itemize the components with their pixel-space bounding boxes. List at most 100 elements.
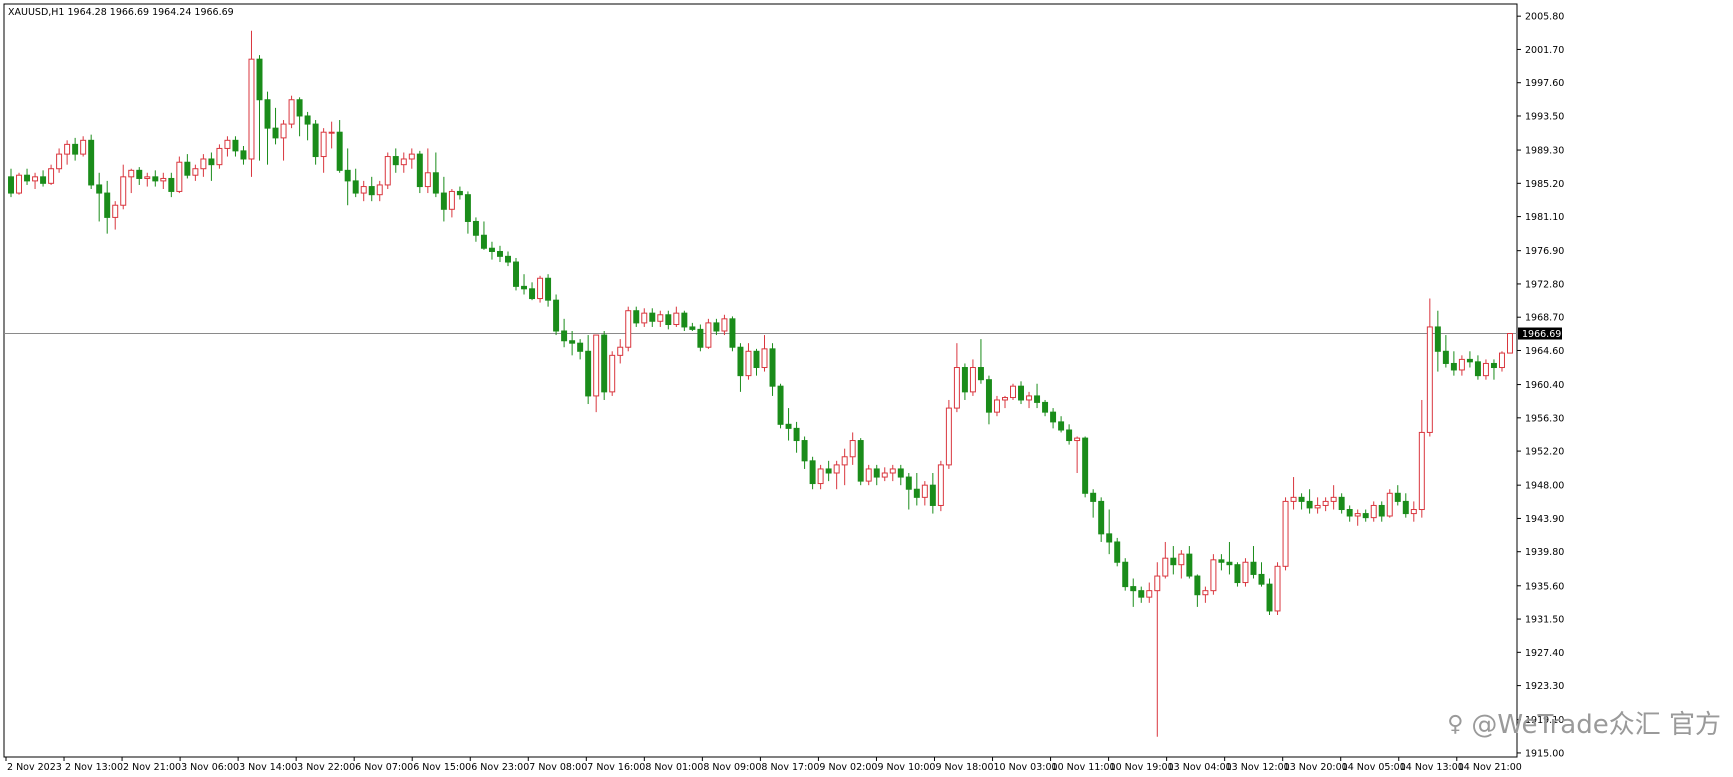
candle-body-bull [1282,500,1289,567]
candle-body-bear [913,488,920,498]
y-tick-label: 1972.80 [1525,279,1564,290]
x-tick-label: 2 Nov 2023 [7,762,62,773]
candle-body-bull [16,174,23,194]
candle-body-bear [1234,564,1241,584]
x-tick-label: 6 Nov 15:00 [413,762,471,773]
candle-body-bear [1090,492,1097,502]
y-tick-label: 1997.60 [1525,78,1564,89]
candle-body-bear [104,192,111,218]
candle-body-bear [665,314,672,326]
x-tick-label: 14 Nov 05:00 [1342,762,1406,773]
x-tick-label: 3 Nov 06:00 [181,762,239,773]
x-tick-label: 3 Nov 14:00 [239,762,297,773]
candle-body-bear [240,150,247,160]
candle-body-bear [72,143,79,155]
candle-body-bull [673,312,680,326]
watermark-text: @WeTrade众汇 官方 [1471,710,1721,740]
candle-body-bull [280,123,287,139]
candle-body-bear [1122,561,1129,588]
x-tick-label: 9 Nov 10:00 [877,762,935,773]
candle-body-bull [945,407,952,466]
candle-body-bull [745,350,752,377]
candle-body-bull [128,169,135,178]
candle-body-bull [1154,575,1161,592]
candle-body-bear [681,312,688,328]
y-tick-label: 1943.90 [1525,514,1564,525]
symbol-info-text: XAUUSD,H1 1964.28 1966.69 1964.24 1966.6… [8,7,234,18]
candle-body-bear [1346,509,1353,517]
candle-body-bull [1202,590,1209,596]
x-tick-label: 6 Nov 07:00 [355,762,413,773]
candle-body-bear [1306,500,1313,509]
candle-body-bull [1314,504,1321,509]
candle-body-bear [793,427,800,442]
candle-body-bear [569,340,576,344]
current-price-label: 1966.69 [1518,327,1562,340]
candle-body-bull [1162,557,1169,577]
chart-window[interactable]: 2005.80 2001.70 1997.60 1993.50 1989.30 1985.… [0,0,1733,777]
candle-body-bear [456,190,463,196]
y-tick-label: 1968.70 [1525,313,1564,324]
x-tick-label: 13 Nov 20:00 [1284,762,1348,773]
candle-body-bull [360,186,367,194]
y-tick-label: 2005.80 [1525,12,1564,23]
candle-body-bear [977,367,984,381]
candles [8,30,1513,737]
x-tick-label: 7 Nov 08:00 [529,762,587,773]
candle-body-bull [1370,504,1377,519]
candle-body-bear [432,172,439,194]
candle-body-bear [1138,590,1145,598]
candle-body-bull [1210,559,1217,592]
candle-body-bull [64,143,71,155]
candle-body-bear [304,115,311,125]
x-tick-label: 10 Nov 19:00 [1110,762,1174,773]
candle-body-bull [641,312,648,324]
chart-frame [3,3,1518,758]
candle-body-bull [1146,590,1153,598]
x-tick-label: 3 Nov 22:00 [297,762,355,773]
x-tick-label: 7 Nov 16:00 [587,762,645,773]
candle-body-bear [753,350,760,369]
candle-body-bull [721,318,728,332]
y-tick-label: 1931.50 [1525,615,1564,626]
y-tick-label: 2001.70 [1525,45,1564,56]
candle-body-bull [1498,352,1505,369]
x-tick-label: 2 Nov 13:00 [65,762,123,773]
y-tick-label: 1923.30 [1525,681,1564,692]
candle-body-bear [1226,561,1233,566]
candle-body-bear [633,310,640,324]
candle-body-bear [1194,575,1201,596]
candle-body-bull [1322,500,1329,506]
candle-body-bear [897,468,904,478]
candle-body-bear [689,326,696,330]
candle-body-bull [1386,492,1393,517]
candle-body-bear [857,440,864,482]
candle-body-bear [929,484,936,506]
candle-body-bull [1178,553,1185,566]
candle-body-bull [817,468,824,485]
candle-body-bull [1426,326,1433,433]
candle-body-bull [537,277,544,300]
candle-body-bear [777,385,784,425]
candle-body-bear [1018,385,1025,401]
y-tick-label: 1993.50 [1525,111,1564,122]
y-tick-label: 1952.20 [1525,447,1564,458]
candle-body-bear [1378,504,1385,517]
candle-body-bull [1290,496,1297,502]
candle-body-bear [480,234,487,249]
price-axis[interactable]: 2005.80 2001.70 1997.60 1993.50 1989.30 1985.… [1517,12,1564,760]
candlestick-chart[interactable]: 2005.80 2001.70 1997.60 1993.50 1989.30 1985.… [0,0,1733,777]
candle-body-bull [248,58,255,160]
candle-body-bull [849,440,856,458]
candle-body-bear [440,192,447,210]
time-axis[interactable]: 2 Nov 2023 2 Nov 13:00 2 Nov 21:00 3 Nov 06… [5,757,1522,773]
candle-body-bear [729,318,736,348]
candle-body-bear [232,139,239,152]
candle-body-bull [224,139,231,149]
candle-body-bear [1050,411,1057,423]
candle-body-bear [697,328,704,348]
candle-body-bear [585,350,592,397]
candle-body-bear [496,250,503,257]
x-tick-label: 8 Nov 17:00 [761,762,819,773]
candle-body-bear [905,476,912,490]
